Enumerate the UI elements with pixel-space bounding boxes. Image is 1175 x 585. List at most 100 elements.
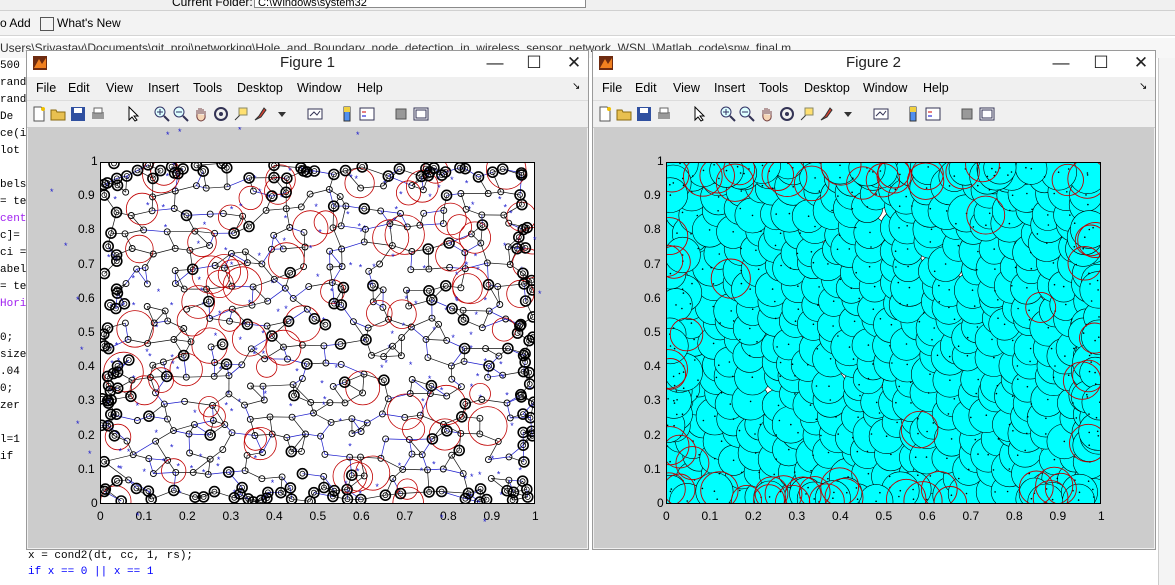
figure2-axes[interactable] <box>666 162 1101 504</box>
menu-window[interactable]: Window <box>297 81 341 95</box>
menu-desktop[interactable]: Desktop <box>237 81 283 95</box>
current-folder-input[interactable]: C:\Windows\system32 <box>254 0 586 9</box>
rotate-3d-icon[interactable] <box>779 106 795 122</box>
zoom-in-icon[interactable] <box>154 106 170 122</box>
menu-desktop[interactable]: Desktop <box>804 81 850 95</box>
code-line: if x == 0 || x == 1 <box>28 566 154 578</box>
menu-tools[interactable]: Tools <box>759 81 788 95</box>
disc-center <box>866 450 869 453</box>
print-icon[interactable] <box>90 106 106 122</box>
disc-center <box>906 225 908 227</box>
colorbar-icon[interactable] <box>905 106 921 122</box>
zoom-in-icon[interactable] <box>720 106 736 122</box>
data-cursor-icon[interactable] <box>799 106 815 122</box>
link-plot-icon[interactable] <box>307 106 323 122</box>
dock-arrow-icon[interactable]: ↘ <box>1139 81 1147 92</box>
menu-view[interactable]: View <box>673 81 700 95</box>
disc-center <box>1045 488 1048 490</box>
disc-center <box>740 282 743 285</box>
pan-hand-icon[interactable] <box>759 106 775 122</box>
new-file-icon[interactable] <box>597 106 613 122</box>
disc-center <box>669 460 671 463</box>
rotate-3d-icon[interactable] <box>213 106 229 122</box>
link-plot-icon[interactable] <box>873 106 889 122</box>
minimize-button[interactable]: — <box>1046 52 1076 74</box>
outlier-star: * <box>178 127 182 137</box>
menu-insert[interactable]: Insert <box>714 81 745 95</box>
disc-center <box>1006 490 1009 493</box>
disc-center <box>832 300 835 302</box>
disc-center <box>987 453 989 456</box>
select-arrow-icon[interactable] <box>125 106 141 122</box>
disc-center <box>976 326 979 328</box>
figure2-titlebar[interactable]: Figure 2 — ☐ ✕ <box>593 51 1155 77</box>
disc-center <box>1047 224 1050 226</box>
maximize-button[interactable]: ☐ <box>519 52 549 74</box>
show-plot-tools-icon[interactable] <box>979 106 995 122</box>
disc-center <box>676 232 678 234</box>
legend-icon[interactable] <box>925 106 941 122</box>
disc-center <box>929 241 932 243</box>
zoom-out-icon[interactable] <box>739 106 755 122</box>
disc-center <box>973 305 976 307</box>
disc-center <box>676 413 678 416</box>
menu-help[interactable]: Help <box>923 81 949 95</box>
menu-view[interactable]: View <box>106 81 133 95</box>
hide-plot-tools-icon[interactable] <box>393 106 409 122</box>
hide-plot-tools-icon[interactable] <box>959 106 975 122</box>
legend-icon[interactable] <box>359 106 375 122</box>
zoom-out-icon[interactable] <box>173 106 189 122</box>
dock-arrow-icon[interactable]: ↘ <box>572 81 580 92</box>
menu-file[interactable]: File <box>602 81 622 95</box>
disc-center <box>847 476 849 478</box>
close-button[interactable]: ✕ <box>1126 52 1156 74</box>
whats-new-link[interactable]: What's New <box>57 16 121 30</box>
save-icon[interactable] <box>70 106 86 122</box>
menu-file[interactable]: File <box>36 81 56 95</box>
disc-center <box>859 394 861 397</box>
disc-center <box>691 282 693 285</box>
colorbar-icon[interactable] <box>339 106 355 122</box>
disc-center <box>994 491 996 493</box>
disc-center <box>669 490 672 493</box>
print-icon[interactable] <box>656 106 672 122</box>
close-button[interactable]: ✕ <box>559 52 589 74</box>
open-folder-icon[interactable] <box>616 106 632 122</box>
disc-center <box>1052 376 1055 379</box>
disc-center <box>712 342 715 345</box>
brush-icon[interactable] <box>819 106 835 122</box>
disc-center <box>1047 214 1049 216</box>
disc-center <box>878 412 881 414</box>
matlab-logo-icon <box>599 56 613 70</box>
add-shortcut-link[interactable]: o Add <box>0 16 31 30</box>
menu-tools[interactable]: Tools <box>193 81 222 95</box>
pan-hand-icon[interactable] <box>193 106 209 122</box>
open-folder-icon[interactable] <box>50 106 66 122</box>
menu-edit[interactable]: Edit <box>635 81 657 95</box>
disc-center <box>905 195 907 198</box>
brush-dropdown-icon[interactable] <box>840 106 856 122</box>
disc-center <box>774 300 776 303</box>
brush-dropdown-icon[interactable] <box>274 106 290 122</box>
code-editor-bottom[interactable]: x = cond2(dt, cc, 1, rs); if x == 0 || x… <box>0 548 565 585</box>
disc-center <box>1031 208 1033 211</box>
new-file-icon[interactable] <box>31 106 47 122</box>
figure1-titlebar[interactable]: Figure 1 — ☐ ✕ <box>27 51 588 77</box>
disc-center <box>701 487 704 490</box>
show-plot-tools-icon[interactable] <box>413 106 429 122</box>
menu-window[interactable]: Window <box>863 81 907 95</box>
disc-center <box>1016 365 1019 367</box>
minimize-button[interactable]: — <box>480 52 510 74</box>
disc-center <box>1016 454 1019 457</box>
menu-edit[interactable]: Edit <box>68 81 90 95</box>
brush-icon[interactable] <box>253 106 269 122</box>
save-icon[interactable] <box>636 106 652 122</box>
disc-center <box>698 453 700 456</box>
menu-help[interactable]: Help <box>357 81 383 95</box>
code-editor[interactable]: 500 rand rand De ce(i lot bels = te cent c]= ci =… <box>0 58 26 585</box>
disc-center <box>702 419 705 422</box>
menu-insert[interactable]: Insert <box>148 81 179 95</box>
data-cursor-icon[interactable] <box>233 106 249 122</box>
maximize-button[interactable]: ☐ <box>1086 52 1116 74</box>
select-arrow-icon[interactable] <box>691 106 707 122</box>
